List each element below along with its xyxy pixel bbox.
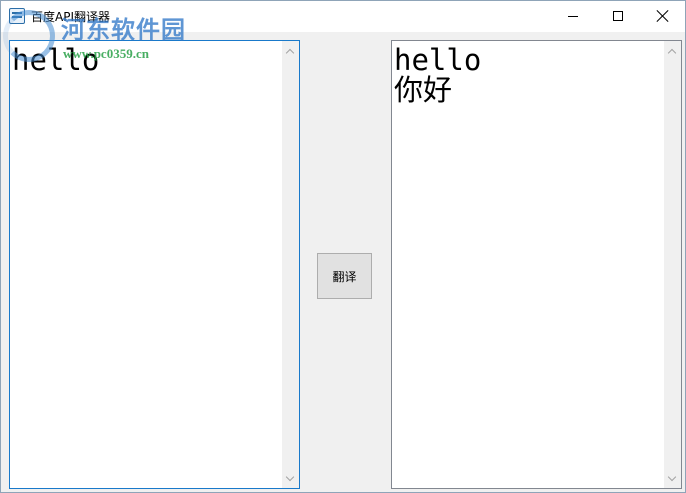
minimize-icon xyxy=(568,15,578,17)
translation-text: hello 你好 xyxy=(394,43,482,107)
output-scrollbar[interactable] xyxy=(664,41,681,488)
close-button[interactable] xyxy=(640,1,686,31)
translate-button[interactable]: 翻译 xyxy=(317,253,372,299)
close-icon xyxy=(657,10,669,22)
source-text-input[interactable]: hello xyxy=(9,40,300,489)
maximize-button[interactable] xyxy=(595,1,641,31)
app-window: 百度API翻译器 hello 翻译 hello 你好 河东软件园 www.pc0… xyxy=(0,0,686,493)
scroll-down-arrow-icon[interactable] xyxy=(668,474,676,482)
window-title: 百度API翻译器 xyxy=(31,10,110,24)
source-scrollbar[interactable] xyxy=(282,41,299,488)
translation-output[interactable]: hello 你好 xyxy=(391,40,682,489)
title-bar[interactable]: 百度API翻译器 xyxy=(1,1,685,32)
scroll-up-arrow-icon[interactable] xyxy=(286,47,294,55)
source-text: hello xyxy=(12,43,100,77)
scroll-down-arrow-icon[interactable] xyxy=(286,474,294,482)
scroll-up-arrow-icon[interactable] xyxy=(668,47,676,55)
minimize-button[interactable] xyxy=(550,1,596,31)
maximize-icon xyxy=(613,11,623,21)
app-icon xyxy=(9,8,25,24)
